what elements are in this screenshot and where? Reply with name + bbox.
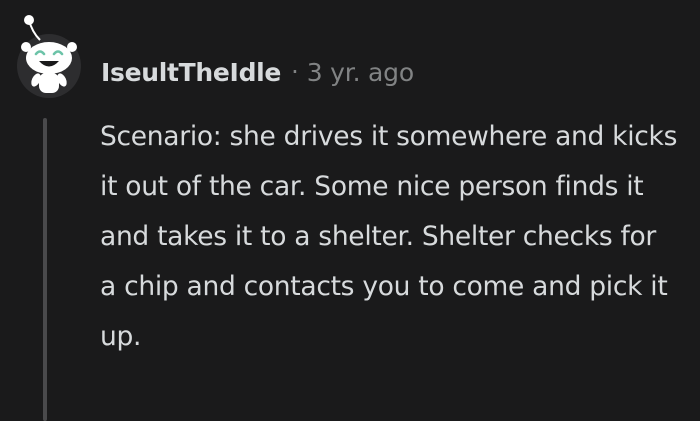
comment-body: Scenario: she drives it somewhere and ki…: [100, 121, 678, 352]
thread-collapse-line[interactable]: [43, 118, 47, 421]
meta-separator: ·: [291, 58, 299, 86]
comment-timestamp[interactable]: 3 yr. ago: [307, 58, 414, 87]
comment: IseultTheIdle · 3 yr. ago Scenario: she …: [0, 0, 700, 421]
comment-header: IseultTheIdle · 3 yr. ago: [101, 52, 414, 92]
comment-author[interactable]: IseultTheIdle: [101, 58, 281, 87]
snoo-avatar-icon[interactable]: [14, 14, 84, 98]
